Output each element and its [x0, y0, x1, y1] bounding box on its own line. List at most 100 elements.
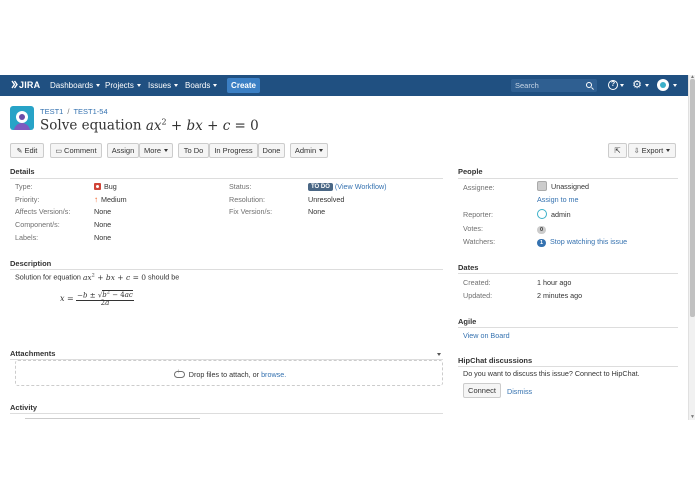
view-on-board-link[interactable]: View on Board [463, 331, 510, 340]
created-label: Created: [463, 278, 491, 287]
bug-icon [94, 183, 101, 190]
issue-summary[interactable]: Solve equation ax2 + bx + c = 0 [40, 117, 259, 134]
hipchat-prompt: Do you want to discuss this issue? Conne… [463, 369, 640, 378]
status-value: TO DO (View Workflow) [308, 182, 387, 191]
breadcrumb-project[interactable]: TEST1 [40, 107, 63, 116]
browse-link[interactable]: browse. [261, 370, 286, 379]
connect-button[interactable]: Connect [463, 383, 501, 398]
assign-button[interactable]: Assign [107, 143, 139, 158]
more-button[interactable]: More [139, 143, 173, 158]
details-heading[interactable]: Details [10, 167, 35, 176]
votes-count: 0 [537, 226, 546, 234]
people-divider [458, 178, 678, 179]
nav-projects[interactable]: Projects [105, 81, 141, 90]
dismiss-link[interactable]: Dismiss [507, 387, 532, 396]
votes-value[interactable]: 0 [537, 224, 550, 234]
top-navigation-bar: JIRA Dashboards Projects Issues Boards C… [0, 75, 688, 96]
description-divider [10, 269, 443, 270]
activity-divider [10, 413, 443, 414]
gear-icon[interactable]: ⚙ [632, 80, 642, 91]
components-label: Component/s: [15, 220, 60, 229]
done-button[interactable]: Done [258, 143, 285, 158]
hipchat-heading[interactable]: HipChat discussions [458, 356, 532, 365]
resolution-value: Unresolved [308, 195, 345, 204]
attachments-heading[interactable]: Attachments [10, 349, 55, 358]
priority-value[interactable]: ↑ Medium [94, 195, 127, 204]
jira-logo-icon [11, 80, 18, 89]
people-heading[interactable]: People [458, 167, 483, 176]
nav-issues[interactable]: Issues [148, 81, 178, 90]
dates-heading[interactable]: Dates [458, 263, 478, 272]
user-menu-caret[interactable] [673, 84, 677, 87]
nav-boards[interactable]: Boards [185, 81, 217, 90]
jira-logo-text: JIRA [19, 80, 41, 90]
nav-dashboards[interactable]: Dashboards [50, 81, 100, 90]
agile-divider [458, 327, 678, 328]
edit-label: Edit [24, 146, 38, 155]
affects-version-label: Affects Version/s: [15, 207, 71, 216]
unassigned-avatar-icon [537, 181, 547, 191]
type-text: Bug [104, 182, 117, 191]
comment-icon: ▭ [55, 148, 63, 155]
labels-label: Labels: [15, 233, 39, 242]
summary-equation: ax2 + bx + c = 0 [145, 117, 259, 134]
in-progress-button[interactable]: In Progress [209, 143, 258, 158]
export-label: Export [641, 146, 664, 155]
jira-issue-page: JIRA Dashboards Projects Issues Boards C… [0, 75, 688, 420]
watchers-value: 1 Stop watching this issue [537, 237, 627, 247]
updated-label: Updated: [463, 291, 493, 300]
collapse-caret-icon[interactable] [437, 353, 441, 356]
assign-to-me-link[interactable]: Assign to me [537, 195, 579, 204]
labels-value[interactable]: None [94, 233, 111, 242]
type-value[interactable]: Bug [94, 182, 117, 191]
jira-logo[interactable]: JIRA [11, 80, 40, 90]
type-label: Type: [15, 182, 33, 191]
page-scrollbar[interactable]: ▲ ▼ [688, 75, 695, 420]
description-text[interactable]: Solution for equation ax2 + bx + c = 0 s… [15, 272, 179, 282]
dates-divider [458, 273, 678, 274]
activity-tabs-line [25, 418, 200, 419]
fix-version-value[interactable]: None [308, 207, 325, 216]
reporter-value[interactable]: admin [537, 209, 571, 219]
scrollbar-thumb[interactable] [690, 79, 695, 317]
scroll-down-arrow-icon[interactable]: ▼ [690, 415, 695, 420]
comment-button[interactable]: ▭ Comment [50, 143, 102, 158]
project-avatar-icon[interactable] [10, 106, 34, 130]
help-menu-caret[interactable] [620, 84, 624, 87]
help-icon[interactable]: ? [608, 80, 618, 90]
search-icon[interactable] [586, 82, 592, 88]
activity-heading[interactable]: Activity [10, 403, 37, 412]
summary-text: Solve equation [40, 117, 142, 134]
export-button[interactable]: ⇩ Export [628, 143, 676, 158]
updated-value: 2 minutes ago [537, 291, 583, 300]
affects-version-value[interactable]: None [94, 207, 111, 216]
user-avatar-icon[interactable] [657, 79, 669, 91]
settings-menu-caret[interactable] [645, 84, 649, 87]
stop-watching-link[interactable]: Stop watching this issue [550, 237, 627, 246]
priority-medium-icon: ↑ [94, 195, 98, 204]
view-workflow-link[interactable]: (View Workflow) [335, 182, 387, 191]
description-text-before: Solution for equation [15, 272, 81, 282]
assignee-value[interactable]: Unassigned [537, 181, 589, 191]
breadcrumb-issue-key[interactable]: TEST1-54 [73, 107, 107, 116]
pencil-icon: ✎ [16, 148, 23, 155]
resolution-label: Resolution: [229, 195, 265, 204]
created-value: 1 hour ago [537, 278, 572, 287]
fix-version-label: Fix Version/s: [229, 207, 273, 216]
status-lozenge: TO DO [308, 183, 333, 191]
watchers-count[interactable]: 1 [537, 239, 546, 247]
attachment-dropzone[interactable]: Drop files to attach, or browse. [15, 360, 443, 386]
search-input[interactable] [511, 79, 585, 92]
share-icon: ⇱ [614, 146, 621, 155]
edit-button[interactable]: ✎ Edit [10, 143, 44, 158]
admin-button[interactable]: Admin [290, 143, 328, 158]
todo-button[interactable]: To Do [178, 143, 209, 158]
components-value[interactable]: None [94, 220, 111, 229]
create-button[interactable]: Create [227, 78, 260, 93]
description-heading[interactable]: Description [10, 259, 51, 268]
details-divider [10, 178, 443, 179]
search-box [511, 79, 597, 92]
agile-heading[interactable]: Agile [458, 317, 476, 326]
cloud-upload-icon [173, 369, 185, 378]
share-button[interactable]: ⇱ [608, 143, 627, 158]
